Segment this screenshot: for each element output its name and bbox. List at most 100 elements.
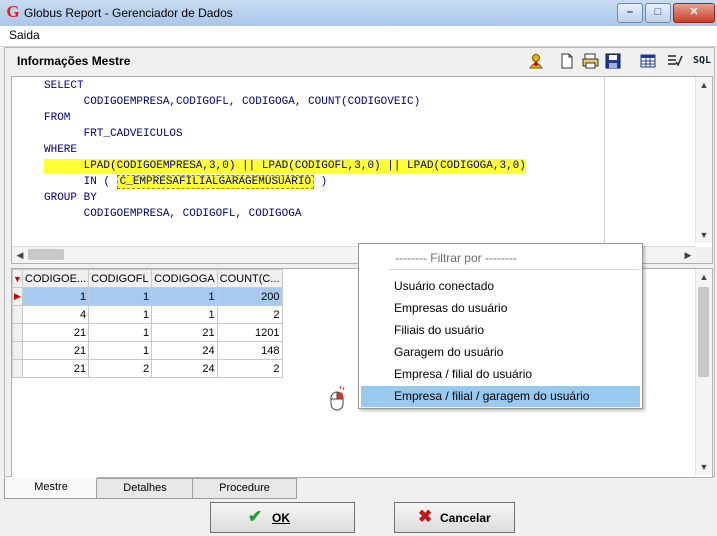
sql-line: CODIGOEMPRESA,CODIGOFL, CODIGOGA, COUNT(… <box>44 96 421 108</box>
globus-g-icon: G <box>6 2 20 21</box>
row-pointer-icon: ▶ <box>12 287 23 306</box>
menu-item-saida[interactable]: Saida <box>9 28 40 42</box>
sql-line: GROUP BY <box>44 192 97 204</box>
sql-editor[interactable]: SELECT CODIGOEMPRESA,CODIGOFL, CODIGOGA,… <box>11 76 713 264</box>
vertical-scroll-thumb[interactable] <box>698 287 709 377</box>
filter-context-menu: -------- Filtrar por -------- Usuário co… <box>358 243 643 409</box>
menu-item-label: Empresas do usuário <box>394 301 508 315</box>
scroll-corner <box>696 247 712 263</box>
table-row[interactable]: ▶ 1 1 1 200 <box>12 287 283 306</box>
maximize-button[interactable]: □ <box>645 3 671 23</box>
panel-header: Informações Mestre SQL <box>11 48 711 72</box>
print-icon[interactable] <box>581 53 599 69</box>
close-button[interactable]: ✕ <box>673 3 715 23</box>
table-cell[interactable]: 2 <box>216 305 283 324</box>
context-menu-header: -------- Filtrar por -------- <box>395 251 517 265</box>
results-grid: ▼ CODIGOE... CODIGOFL CODIGOGA COUNT(C..… <box>12 269 283 378</box>
table-cell[interactable]: 1201 <box>216 323 283 342</box>
sql-in-close: ) <box>314 176 328 188</box>
sql-line: WHERE <box>44 144 78 156</box>
sql-in-open: IN ( <box>44 176 117 188</box>
column-header[interactable]: CODIGOGA <box>151 269 218 288</box>
menu-bar: Saida <box>0 26 717 47</box>
save-icon[interactable] <box>604 53 622 69</box>
table-cell[interactable]: 200 <box>216 287 283 306</box>
ok-label: OK <box>272 511 290 525</box>
table-cell[interactable]: 21 <box>21 323 90 342</box>
menu-item-filiais-usuario[interactable]: Filiais do usuário <box>361 320 640 341</box>
table-cell[interactable]: 24 <box>151 341 218 360</box>
scroll-up-icon[interactable]: ▲ <box>696 269 712 285</box>
grid-header-row: ▼ CODIGOE... CODIGOFL CODIGOGA COUNT(C..… <box>12 269 283 288</box>
menu-separator <box>389 269 639 270</box>
right-margin-line <box>604 77 605 243</box>
sql-line: SELECT <box>44 80 84 92</box>
table-cell[interactable]: 1 <box>151 287 218 306</box>
menu-item-label: Empresa / filial do usuário <box>394 367 533 381</box>
column-header[interactable]: CODIGOFL <box>88 269 153 288</box>
horizontal-scroll-thumb[interactable] <box>28 249 64 260</box>
row-indicator <box>12 323 23 342</box>
panel-title: Informações Mestre <box>17 54 131 68</box>
sort-indicator-icon[interactable]: ▼ <box>12 269 23 288</box>
cancel-button[interactable]: ✖ Cancelar <box>394 502 515 533</box>
table-cell[interactable]: 21 <box>21 359 90 378</box>
editor-vertical-scrollbar[interactable]: ▲ ▼ <box>695 77 712 243</box>
menu-item-label: Usuário conectado <box>394 279 495 293</box>
menu-item-label: Filiais do usuário <box>394 323 485 337</box>
scroll-right-icon[interactable]: ▶ <box>680 247 696 263</box>
table-cell[interactable]: 21 <box>151 323 218 342</box>
menu-item-label: Garagem do usuário <box>394 345 504 359</box>
menu-item-empresas-usuario[interactable]: Empresas do usuário <box>361 298 640 319</box>
sql-line-in: IN ( C_EMPRESAFILIALGARAGEMUSUARIO ) <box>44 175 327 190</box>
table-cell[interactable]: 21 <box>21 341 90 360</box>
tab-procedure[interactable]: Procedure <box>192 478 297 499</box>
table-icon[interactable] <box>639 53 657 69</box>
scroll-left-icon[interactable]: ◀ <box>12 247 28 263</box>
new-document-icon[interactable] <box>558 53 576 69</box>
sql-code[interactable]: SELECT CODIGOEMPRESA,CODIGOFL, CODIGOGA,… <box>44 79 604 239</box>
table-cell[interactable]: 2 <box>216 359 283 378</box>
table-cell[interactable]: 1 <box>88 341 153 360</box>
user-warning-icon[interactable] <box>527 53 545 69</box>
tab-mestre[interactable]: Mestre <box>4 477 98 499</box>
scroll-down-icon[interactable]: ▼ <box>696 227 712 243</box>
table-cell[interactable]: 1 <box>151 305 218 324</box>
ok-button[interactable]: ✔ OK <box>210 502 355 533</box>
column-header[interactable]: CODIGOE... <box>21 269 90 288</box>
table-row[interactable]: 21 2 24 2 <box>12 359 283 378</box>
sql-line-highlighted: LPAD(CODIGOEMPRESA,3,0) || LPAD(CODIGOFL… <box>44 159 526 174</box>
scroll-down-icon[interactable]: ▼ <box>696 459 712 475</box>
table-cell[interactable]: 148 <box>216 341 283 360</box>
menu-item-usuario-conectado[interactable]: Usuário conectado <box>361 276 640 297</box>
checkmark-icon: ✔ <box>248 507 263 526</box>
sql-variable-highlighted: C_EMPRESAFILIALGARAGEMUSUARIO <box>116 175 315 189</box>
checklist-icon[interactable] <box>666 53 684 69</box>
table-cell[interactable]: 1 <box>88 323 153 342</box>
sql-button[interactable]: SQL <box>691 53 713 69</box>
minimize-button[interactable]: – <box>617 3 643 23</box>
row-indicator <box>12 341 23 360</box>
table-cell[interactable]: 1 <box>21 287 90 306</box>
scroll-up-icon[interactable]: ▲ <box>696 77 712 93</box>
table-cell[interactable]: 1 <box>88 305 153 324</box>
table-cell[interactable]: 2 <box>88 359 153 378</box>
cancel-label: Cancelar <box>440 511 491 525</box>
menu-item-empresa-filial[interactable]: Empresa / filial do usuário <box>361 364 640 385</box>
table-cell[interactable]: 4 <box>21 305 90 324</box>
tab-detalhes[interactable]: Detalhes <box>96 478 194 499</box>
table-row[interactable]: 4 1 1 2 <box>12 305 283 324</box>
sql-line: CODIGOEMPRESA, CODIGOFL, CODIGOGA <box>44 208 302 220</box>
x-cancel-icon: ✖ <box>418 507 433 526</box>
column-header[interactable]: COUNT(C... <box>216 269 283 288</box>
row-indicator <box>12 359 23 378</box>
table-cell[interactable]: 1 <box>88 287 153 306</box>
sql-line: FRT_CADVEICULOS <box>44 128 183 140</box>
table-row[interactable]: 21 1 24 148 <box>12 341 283 360</box>
menu-item-empresa-filial-garagem[interactable]: Empresa / filial / garagem do usuário <box>361 386 640 407</box>
menu-item-label: Empresa / filial / garagem do usuário <box>394 389 590 403</box>
menu-item-garagem-usuario[interactable]: Garagem do usuário <box>361 342 640 363</box>
grid-vertical-scrollbar[interactable]: ▲ ▼ <box>695 269 712 475</box>
table-row[interactable]: 21 1 21 1201 <box>12 323 283 342</box>
table-cell[interactable]: 24 <box>151 359 218 378</box>
